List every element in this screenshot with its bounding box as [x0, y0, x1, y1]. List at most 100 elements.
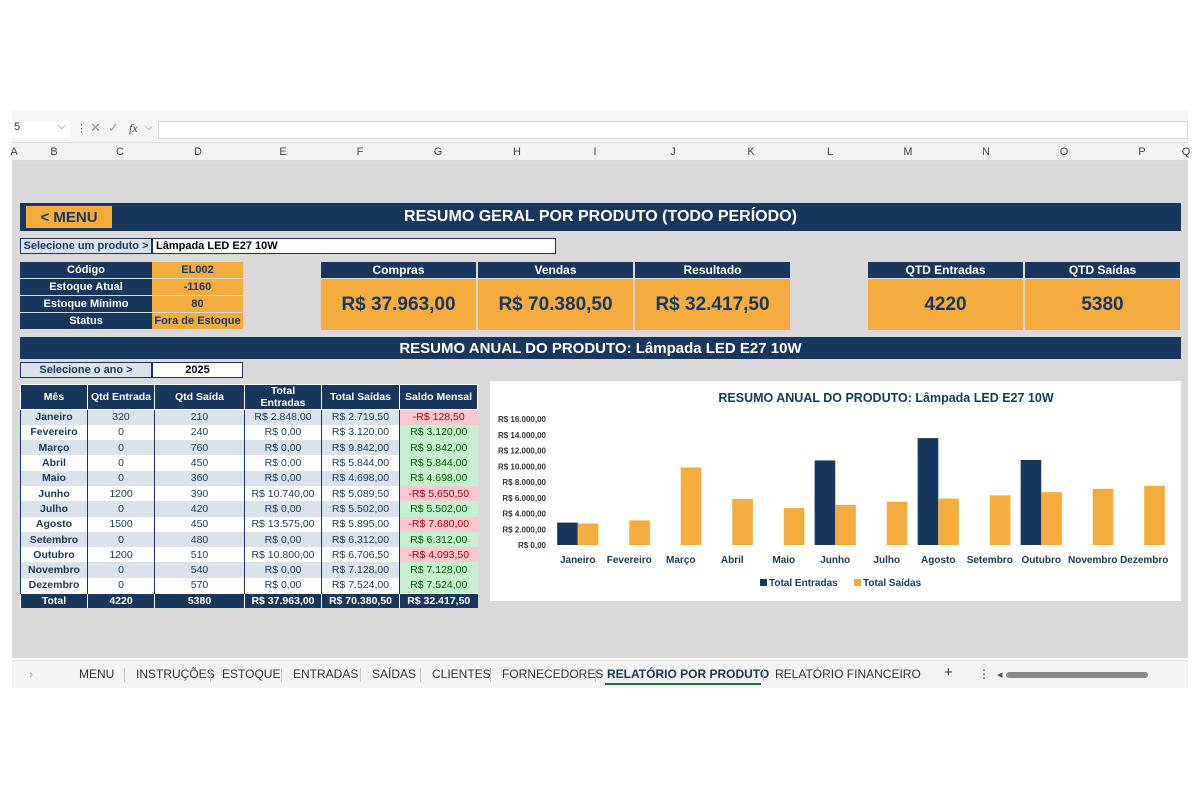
table-cell: 450: [154, 516, 245, 532]
table-row: Junho 1200 390 R$ 10.740,00 R$ 5.089,50 -R$ 5…: [20, 485, 478, 502]
annual-chart[interactable]: RESUMO ANUAL DO PRODUTO: Lâmpada LED E27…: [490, 381, 1181, 601]
y-tick-label: R$ 8.000,00: [502, 478, 546, 487]
column-header[interactable]: F: [357, 146, 364, 158]
checkmark-icon[interactable]: ✓: [108, 120, 119, 136]
bar-total-saidas: [1092, 488, 1114, 545]
more-options-icon[interactable]: ⋮: [76, 122, 87, 135]
menu-button[interactable]: < MENU: [26, 206, 112, 228]
table-cell: -R$ 4.093,50: [399, 547, 478, 563]
table-cell: R$ 10.740,00: [244, 485, 322, 502]
y-tick-label: R$ 10.000,00: [498, 462, 547, 471]
table-cell: 570: [154, 577, 245, 594]
column-header[interactable]: L: [827, 146, 833, 158]
table-cell: 450: [154, 455, 245, 471]
sheet-tab[interactable]: RELATÓRIO FINANCEIRO: [775, 667, 921, 681]
scroll-left-icon[interactable]: ◂: [997, 668, 1003, 681]
column-header[interactable]: E: [279, 146, 286, 158]
chevron-down-icon[interactable]: ⌵: [145, 122, 153, 133]
table-cell: R$ 5.089,50: [321, 485, 400, 502]
table-cell: R$ 4.698,00: [321, 470, 400, 486]
column-header[interactable]: I: [593, 146, 596, 158]
sheet-tab[interactable]: ENTRADAS: [293, 667, 358, 681]
table-cell: R$ 5.844,00: [399, 455, 478, 471]
table-cell: Junho: [20, 485, 88, 502]
table-cell: 0: [87, 470, 155, 486]
legend-swatch: [854, 579, 861, 586]
table-cell: R$ 0,00: [244, 531, 322, 548]
column-header[interactable]: K: [747, 146, 754, 158]
table-cell: 0: [87, 424, 155, 441]
year-select-label: Selecione o ano >: [20, 362, 152, 378]
formula-input[interactable]: [158, 121, 1188, 139]
card-value: 4220: [868, 279, 1023, 330]
info-label: Estoque Mínimo: [20, 296, 152, 312]
tab-separator: [210, 668, 211, 682]
table-row: Novembro 0 540 R$ 0,00 R$ 7.128,00 R$ 7.128,0…: [20, 562, 478, 578]
sheet-tab[interactable]: RELATÓRIO POR PRODUTO: [607, 667, 769, 681]
close-icon[interactable]: ✕: [90, 120, 101, 136]
tab-separator: [490, 668, 491, 682]
table-cell: Outubro: [20, 547, 88, 563]
table-cell: 1500: [87, 516, 155, 532]
more-options-icon[interactable]: ⋮: [978, 667, 990, 681]
table-cell: R$ 9.842,00: [321, 440, 400, 456]
horizontal-scrollbar[interactable]: [1006, 672, 1148, 678]
product-select-input[interactable]: Lâmpada LED E27 10W: [152, 238, 556, 254]
column-header[interactable]: N: [982, 146, 990, 158]
column-header[interactable]: A: [10, 146, 17, 158]
card-label: Vendas: [478, 262, 633, 278]
table-cell: 210: [154, 409, 245, 425]
sheet-tab[interactable]: FORNECEDORES: [502, 667, 603, 681]
x-tick-label: Fevereiro: [607, 555, 652, 566]
insert-function-button[interactable]: fx: [129, 121, 138, 136]
table-cell: 0: [87, 501, 155, 517]
info-label: Código: [20, 262, 152, 278]
sheet-tab[interactable]: SAÍDAS: [372, 667, 416, 681]
table-row: Março 0 760 R$ 0,00 R$ 9.842,00 R$ 9.842,00: [20, 440, 478, 456]
x-tick-label: Julho: [873, 555, 900, 566]
table-cell: 0: [87, 562, 155, 578]
y-tick-label: R$ 2.000,00: [502, 525, 546, 534]
card-value: 5380: [1025, 279, 1180, 330]
column-header[interactable]: G: [434, 146, 443, 158]
table-cell: R$ 7.524,00: [321, 577, 400, 594]
chevron-down-icon[interactable]: ⌵: [58, 121, 66, 132]
column-header[interactable]: O: [1060, 146, 1069, 158]
sheet-tab[interactable]: MENU: [79, 667, 114, 681]
card-value: R$ 32.417,50: [635, 279, 790, 330]
info-value: EL002: [152, 262, 243, 278]
column-header[interactable]: Q: [1182, 146, 1191, 158]
monthly-summary-table: Mês Qtd Entrada Qtd Saída Total Entradas Tot…: [20, 384, 478, 609]
info-label: Estoque Atual: [20, 279, 152, 295]
x-tick-label: Junho: [820, 555, 850, 566]
bar-total-entradas: [814, 460, 836, 545]
table-cell: R$ 0,00: [244, 501, 322, 517]
y-tick-label: R$ 6.000,00: [502, 494, 546, 503]
prev-sheet-icon[interactable]: ›: [29, 667, 33, 681]
legend-label: Total Entradas: [769, 578, 838, 589]
info-value: 80: [152, 296, 243, 312]
column-header[interactable]: B: [50, 146, 57, 158]
column-header[interactable]: J: [670, 146, 676, 158]
table-cell: 480: [154, 531, 245, 548]
column-header[interactable]: P: [1138, 146, 1145, 158]
sheet-tab[interactable]: ESTOQUE: [222, 667, 280, 681]
table-cell: 1200: [87, 485, 155, 502]
sheet-tab[interactable]: CLIENTES: [432, 667, 491, 681]
sheet-tab[interactable]: INSTRUÇÕES: [136, 667, 215, 681]
table-cell: R$ 7.128,00: [399, 562, 478, 578]
annual-summary-banner: RESUMO ANUAL DO PRODUTO: Lâmpada LED E27…: [20, 337, 1181, 359]
column-header[interactable]: M: [903, 146, 912, 158]
table-header-cell: Qtd Entrada: [87, 384, 155, 410]
table-cell: R$ 7.128,00: [321, 562, 400, 578]
product-select-label: Selecione um produto >: [20, 238, 152, 254]
add-sheet-button[interactable]: +: [944, 664, 953, 681]
bar-total-saidas: [577, 523, 599, 545]
y-tick-label: R$ 4.000,00: [502, 510, 546, 519]
bar-total-saidas: [680, 467, 702, 545]
column-header[interactable]: H: [513, 146, 521, 158]
column-header[interactable]: D: [194, 146, 202, 158]
year-select-input[interactable]: 2025: [152, 362, 243, 378]
bar-total-saidas: [1144, 485, 1165, 545]
column-header[interactable]: C: [116, 146, 124, 158]
